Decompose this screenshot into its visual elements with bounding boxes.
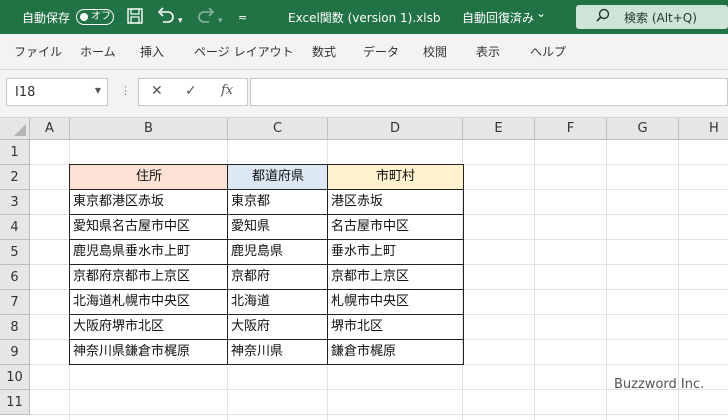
name-box[interactable]: I18 ▼ (6, 78, 108, 106)
table-border (69, 314, 464, 315)
chevron-down-icon[interactable]: ▼ (95, 86, 101, 95)
undo-icon[interactable] (156, 7, 176, 29)
column-header-b[interactable]: B (70, 118, 228, 140)
table-cell[interactable]: 愛知県名古屋市中区 (70, 215, 228, 240)
table-border (69, 339, 464, 340)
formula-bar-grip-icon[interactable]: ⋮ (120, 84, 131, 97)
table-border (69, 264, 464, 265)
name-box-value: I18 (15, 85, 36, 100)
search-icon (596, 8, 610, 26)
table-cell[interactable]: 京都府 (228, 265, 328, 290)
table-border (69, 214, 464, 215)
search-box[interactable]: 検索 (Alt+Q) (576, 5, 728, 29)
row-header-6[interactable]: 6 (0, 265, 30, 290)
save-status[interactable]: 自動回復済み (462, 9, 534, 26)
table-header-municipality[interactable]: 市町村 (328, 165, 463, 190)
tab-data[interactable]: データ (363, 43, 399, 60)
table-cell[interactable]: 神奈川県 (228, 340, 328, 365)
tab-home[interactable]: ホーム (80, 43, 116, 60)
table-cell[interactable]: 鹿児島県垂水市上町 (70, 240, 228, 265)
column-header-e[interactable]: E (463, 118, 535, 140)
formula-input[interactable] (250, 78, 728, 106)
table-header-prefecture[interactable]: 都道府県 (228, 165, 328, 190)
table-cell[interactable]: 札幌市中央区 (328, 290, 463, 315)
undo-dropdown-icon[interactable]: ▾ (178, 12, 183, 30)
formula-bar: I18 ▼ ⋮ ✕ ✓ fx (0, 70, 728, 118)
table-header-address[interactable]: 住所 (70, 165, 228, 190)
autosave-label: 自動保存 (22, 11, 71, 25)
tab-formulas[interactable]: 数式 (312, 43, 336, 60)
row-header-10[interactable]: 10 (0, 365, 30, 390)
watermark: Buzzword Inc. (614, 377, 705, 392)
table-cell[interactable]: 神奈川県鎌倉市梶原 (70, 340, 228, 365)
table-cell[interactable]: 港区赤坂 (328, 190, 463, 215)
save-status-chevron[interactable]: ⌄ (536, 6, 546, 20)
table-cell[interactable]: 愛知県 (228, 215, 328, 240)
row-header-3[interactable]: 3 (0, 190, 30, 215)
table-cell[interactable]: 東京都 (228, 190, 328, 215)
select-all-button[interactable] (0, 118, 30, 140)
table-border (69, 239, 464, 240)
table-cell[interactable]: 東京都港区赤坂 (70, 190, 228, 215)
table-cell[interactable]: 北海道札幌市中央区 (70, 290, 228, 315)
row-header-7[interactable]: 7 (0, 290, 30, 315)
column-header-a[interactable]: A (30, 118, 70, 140)
enter-icon[interactable]: ✓ (185, 83, 197, 99)
row-header-1[interactable]: 1 (0, 140, 30, 165)
table-cell[interactable]: 堺市北区 (328, 315, 463, 340)
tab-help[interactable]: ヘルプ (530, 43, 566, 60)
redo-icon[interactable] (196, 7, 216, 29)
table-cell[interactable]: 名古屋市中区 (328, 215, 463, 240)
document-title: Excel関数 (version 1).xlsb (288, 11, 441, 25)
table-cell[interactable]: 京都府京都市上京区 (70, 265, 228, 290)
tab-page-layout[interactable]: ページ レイアウト (194, 43, 294, 60)
column-header-c[interactable]: C (228, 118, 328, 140)
row-header-8[interactable]: 8 (0, 315, 30, 340)
gridline (534, 140, 535, 420)
tab-insert[interactable]: 挿入 (140, 43, 164, 60)
autosave-toggle[interactable]: オフ (76, 9, 114, 25)
toggle-knob (80, 13, 88, 21)
column-header-h[interactable]: H (679, 118, 728, 140)
customize-qat-icon[interactable]: ≂ (238, 9, 247, 27)
column-header-g[interactable]: G (607, 118, 679, 140)
worksheet-grid[interactable]: A B C D E F G H 1 2 3 4 5 6 7 8 9 10 11 … (0, 118, 728, 420)
table-cell[interactable]: 鎌倉市梶原 (328, 340, 463, 365)
tab-view[interactable]: 表示 (476, 43, 500, 60)
table-cell[interactable]: 鹿児島県 (228, 240, 328, 265)
search-label: 検索 (Alt+Q) (624, 11, 697, 25)
table-cell[interactable]: 北海道 (228, 290, 328, 315)
redo-dropdown-icon[interactable]: ▾ (218, 12, 223, 30)
title-bar: 自動保存 オフ ▾ ▾ ≂ Excel関数 (version 1).xlsb 自… (0, 0, 728, 34)
table-cell[interactable]: 大阪府 (228, 315, 328, 340)
save-icon[interactable] (126, 7, 144, 29)
autosave-state: オフ (91, 11, 111, 22)
formula-buttons: ✕ ✓ fx (138, 78, 248, 106)
row-header-5[interactable]: 5 (0, 240, 30, 265)
row-header-4[interactable]: 4 (0, 215, 30, 240)
tab-review[interactable]: 校閲 (423, 43, 447, 60)
table-cell[interactable]: 大阪府堺市北区 (70, 315, 228, 340)
cancel-icon[interactable]: ✕ (151, 83, 163, 99)
column-header-d[interactable]: D (328, 118, 463, 140)
gridline (30, 414, 728, 415)
tab-file[interactable]: ファイル (14, 43, 62, 60)
table-border (69, 289, 464, 290)
row-header-9[interactable]: 9 (0, 340, 30, 365)
insert-function-icon[interactable]: fx (221, 83, 233, 98)
row-header-11[interactable]: 11 (0, 390, 30, 415)
gridline (606, 140, 607, 420)
row-header-2[interactable]: 2 (0, 165, 30, 190)
table-cell[interactable]: 京都市上京区 (328, 265, 463, 290)
column-header-f[interactable]: F (535, 118, 607, 140)
table-cell[interactable]: 垂水市上町 (328, 240, 463, 265)
table-border (69, 189, 464, 190)
select-all-triangle-icon (14, 124, 26, 136)
ribbon-tabs: ファイル ホーム 挿入 ページ レイアウト 数式 データ 校閲 表示 ヘルプ (0, 34, 728, 70)
